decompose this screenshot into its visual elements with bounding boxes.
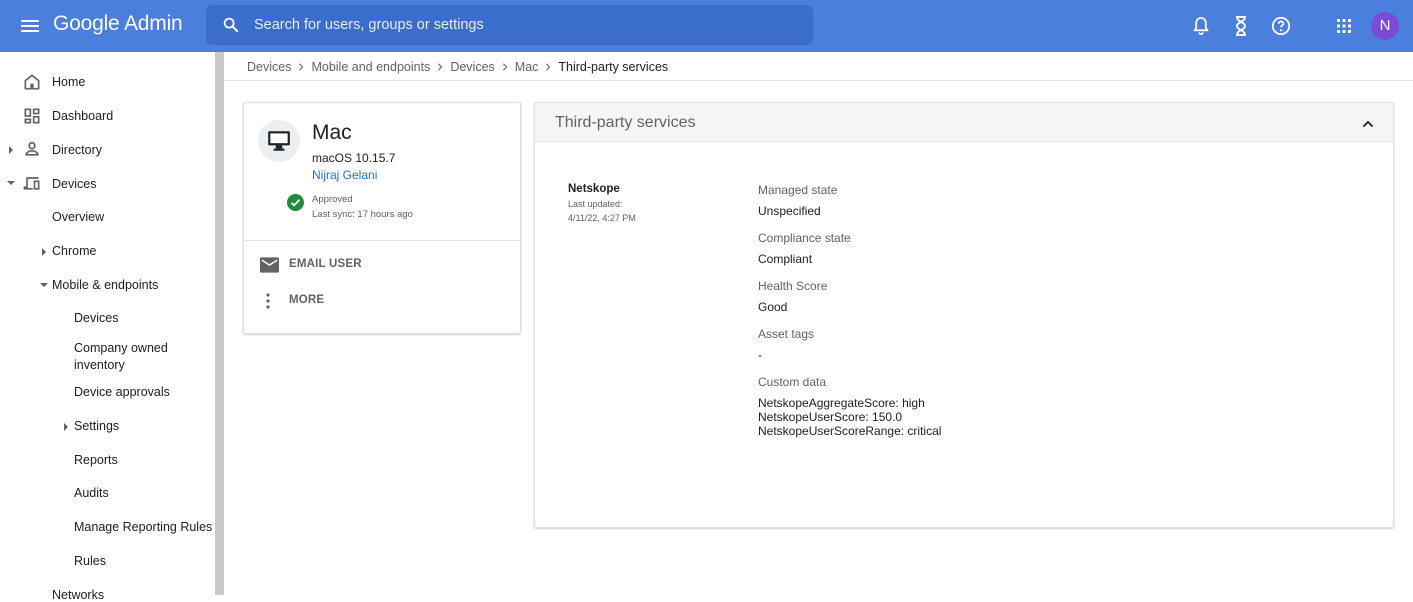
hourglass-icon[interactable] (1229, 14, 1253, 38)
device-os: macOS 10.15.7 (312, 151, 396, 165)
email-user-label: EMAIL USER (289, 258, 362, 270)
search-input[interactable]: Search for users, groups or settings (254, 17, 484, 33)
sidebar-item-mobile-endpoints[interactable]: Mobile & endpoints (52, 278, 158, 292)
settings-expand-icon[interactable] (64, 423, 68, 431)
sidebar-item-dashboard[interactable]: Dashboard (52, 109, 113, 123)
directory-expand-icon[interactable] (9, 146, 13, 154)
panel-header[interactable]: Third-party services (535, 103, 1393, 142)
apps-grid-icon[interactable] (1332, 14, 1356, 38)
devices-icon (23, 177, 40, 190)
breadcrumb-mobile-endpoints[interactable]: Mobile and endpoints (311, 60, 430, 74)
managed-state-value: Unspecified (758, 204, 821, 218)
account-avatar[interactable]: N (1371, 12, 1399, 40)
more-vert-icon (266, 293, 270, 309)
person-icon (25, 141, 39, 156)
managed-state-label: Managed state (758, 183, 838, 197)
last-sync-text: Last sync: 17 hours ago (312, 209, 413, 220)
compliance-state-value: Compliant (758, 252, 813, 266)
asset-tags-label: Asset tags (758, 327, 815, 341)
approval-status: Approved (312, 194, 353, 205)
notifications-bell-icon[interactable] (1189, 14, 1213, 38)
breadcrumb-mac[interactable]: Mac (515, 60, 539, 74)
top-app-bar: Google Admin Search for users, groups or… (0, 0, 1413, 52)
custom-data-line: NetskopeUserScoreRange: critical (758, 424, 942, 438)
asset-tags-value: - (758, 348, 762, 362)
email-icon (260, 257, 279, 273)
more-button[interactable]: MORE (244, 285, 520, 317)
sidebar-item-networks[interactable]: Networks (52, 588, 104, 602)
custom-data-line: NetskopeUserScore: 150.0 (758, 410, 903, 424)
dashboard-icon (24, 108, 40, 124)
chevron-right-icon (438, 63, 443, 71)
more-label: MORE (289, 294, 325, 306)
breadcrumb-devices[interactable]: Devices (247, 60, 291, 74)
breadcrumb-divider (224, 80, 1413, 81)
chevron-right-icon (502, 63, 508, 71)
sidebar-item-reports[interactable]: Reports (74, 453, 118, 467)
device-user-link[interactable]: Nijraj Gelani (312, 168, 377, 182)
sidebar-item-rules[interactable]: Rules (74, 554, 106, 568)
sidebar-item-overview[interactable]: Overview (52, 210, 104, 224)
sidebar-item-home[interactable]: Home (52, 75, 85, 89)
home-icon (24, 74, 40, 90)
sidebar-scrollbar[interactable] (215, 52, 224, 595)
sidebar-item-company-owned-inventory[interactable]: Company owned inventory (74, 340, 168, 374)
custom-data-label: Custom data (758, 375, 827, 389)
panel-title: Third-party services (555, 114, 696, 131)
help-icon[interactable] (1269, 14, 1293, 38)
main-menu-icon[interactable] (18, 14, 42, 38)
chevron-right-icon (546, 63, 551, 71)
service-name: Netskope (568, 183, 620, 195)
chrome-expand-icon[interactable] (42, 248, 46, 256)
custom-data-line: NetskopeAggregateScore: high (758, 396, 925, 410)
search-icon (223, 17, 239, 33)
sidebar-item-manage-reporting-rules[interactable]: Manage Reporting Rules (74, 520, 212, 534)
mobile-endpoints-collapse-icon[interactable] (40, 283, 48, 287)
service-last-updated-date: 4/11/22, 4:27 PM (568, 213, 636, 223)
company-owned-line1: Company owned (74, 341, 168, 355)
sidebar-item-device-approvals[interactable]: Device approvals (74, 385, 170, 399)
chevron-up-icon[interactable] (1358, 114, 1378, 134)
sidebar-item-devices[interactable]: Devices (52, 177, 96, 191)
breadcrumb-devices-list[interactable]: Devices (450, 60, 494, 74)
sidebar-item-audits[interactable]: Audits (74, 486, 109, 500)
app-logo[interactable]: Google Admin (53, 12, 183, 36)
device-summary-card: Mac macOS 10.15.7 Nijraj Gelani Approved… (243, 102, 521, 334)
compliance-state-label: Compliance state (758, 231, 851, 245)
sidebar-item-directory[interactable]: Directory (52, 143, 102, 157)
devices-collapse-icon[interactable] (7, 181, 15, 185)
company-owned-line2: inventory (74, 358, 125, 372)
card-divider (244, 240, 520, 241)
search-bar[interactable]: Search for users, groups or settings (206, 5, 813, 45)
health-score-label: Health Score (758, 279, 828, 293)
sidebar-item-settings[interactable]: Settings (74, 419, 119, 433)
service-last-updated-label: Last updated: (568, 199, 623, 209)
chevron-right-icon (299, 63, 304, 71)
approved-check-icon (287, 194, 304, 211)
email-user-button[interactable]: EMAIL USER (244, 249, 520, 281)
sidebar-item-chrome[interactable]: Chrome (52, 244, 96, 258)
third-party-services-panel: Third-party services Netskope Last updat… (534, 102, 1394, 528)
health-score-value: Good (758, 300, 788, 314)
sidebar-item-mobile-devices[interactable]: Devices (74, 311, 118, 325)
device-name: Mac (312, 121, 352, 144)
breadcrumb-current: Third-party services (558, 60, 669, 74)
device-avatar (258, 120, 300, 162)
breadcrumb: Devices Mobile and endpoints Devices Mac… (247, 58, 668, 76)
desktop-computer-icon (268, 131, 290, 151)
sidebar-nav: Home Dashboard Directory Devices Overvie… (0, 52, 215, 602)
